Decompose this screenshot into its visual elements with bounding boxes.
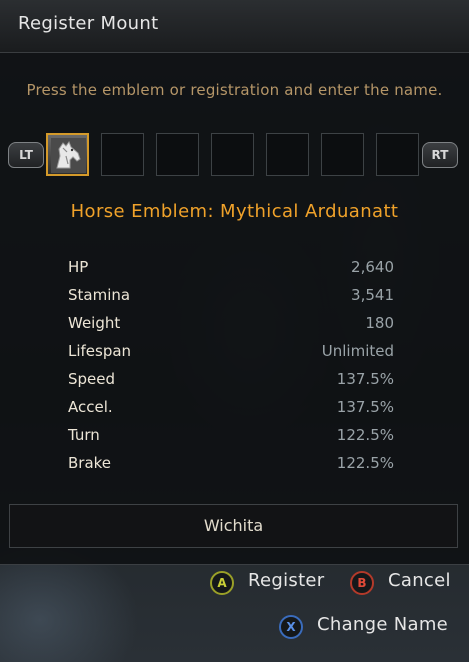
register-mount-window: Register Mount Press the emblem or regis…	[0, 0, 469, 565]
stat-value: 122.5%	[336, 426, 394, 444]
stat-value: 137.5%	[336, 398, 394, 416]
cancel-label: Cancel	[388, 570, 451, 591]
stat-label: Turn	[68, 426, 100, 444]
stat-value: 137.5%	[336, 370, 394, 388]
stat-label: HP	[68, 258, 89, 276]
stat-row-stamina: Stamina 3,541	[68, 286, 394, 314]
register-label: Register	[248, 570, 325, 591]
stat-row-weight: Weight 180	[68, 314, 394, 342]
stat-value: 122.5%	[336, 454, 394, 472]
mount-name-field[interactable]: Wichita	[9, 504, 458, 548]
x-button-icon: X	[279, 615, 303, 639]
stat-row-turn: Turn 122.5%	[68, 426, 394, 454]
stat-row-brake: Brake 122.5%	[68, 454, 394, 482]
emblem-slot-1[interactable]	[46, 133, 89, 176]
instruction-text: Press the emblem or registration and ent…	[26, 81, 443, 99]
stat-label: Stamina	[68, 286, 131, 304]
b-button-icon: B	[350, 571, 374, 595]
stat-row-speed: Speed 137.5%	[68, 370, 394, 398]
a-button-icon: A	[210, 571, 234, 595]
emblem-name: Horse Emblem: Mythical Arduanatt	[70, 201, 399, 222]
stat-value: 3,541	[351, 286, 394, 304]
emblem-slot-7[interactable]	[376, 133, 419, 176]
stat-value: 180	[365, 314, 394, 332]
stat-label: Accel.	[68, 398, 113, 416]
change-name-label: Change Name	[317, 614, 449, 635]
stat-label: Speed	[68, 370, 116, 388]
stat-row-hp: HP 2,640	[68, 258, 394, 286]
stat-label: Weight	[68, 314, 121, 332]
emblem-slot-2[interactable]	[101, 133, 144, 176]
stat-label: Lifespan	[68, 342, 132, 360]
stat-row-accel: Accel. 137.5%	[68, 398, 394, 426]
stat-value: Unlimited	[321, 342, 394, 360]
lt-bumper-button[interactable]: LT	[8, 142, 44, 168]
title-bar: Register Mount	[0, 0, 469, 53]
stat-label: Brake	[68, 454, 112, 472]
stat-row-lifespan: Lifespan Unlimited	[68, 342, 394, 370]
horse-emblem-icon	[51, 138, 86, 173]
emblem-slot-3[interactable]	[156, 133, 199, 176]
emblem-slot-5[interactable]	[266, 133, 309, 176]
window-title: Register Mount	[18, 13, 159, 34]
stat-value: 2,640	[351, 258, 394, 276]
emblem-slot-6[interactable]	[321, 133, 364, 176]
rt-bumper-button[interactable]: RT	[422, 142, 458, 168]
emblem-slot-4[interactable]	[211, 133, 254, 176]
